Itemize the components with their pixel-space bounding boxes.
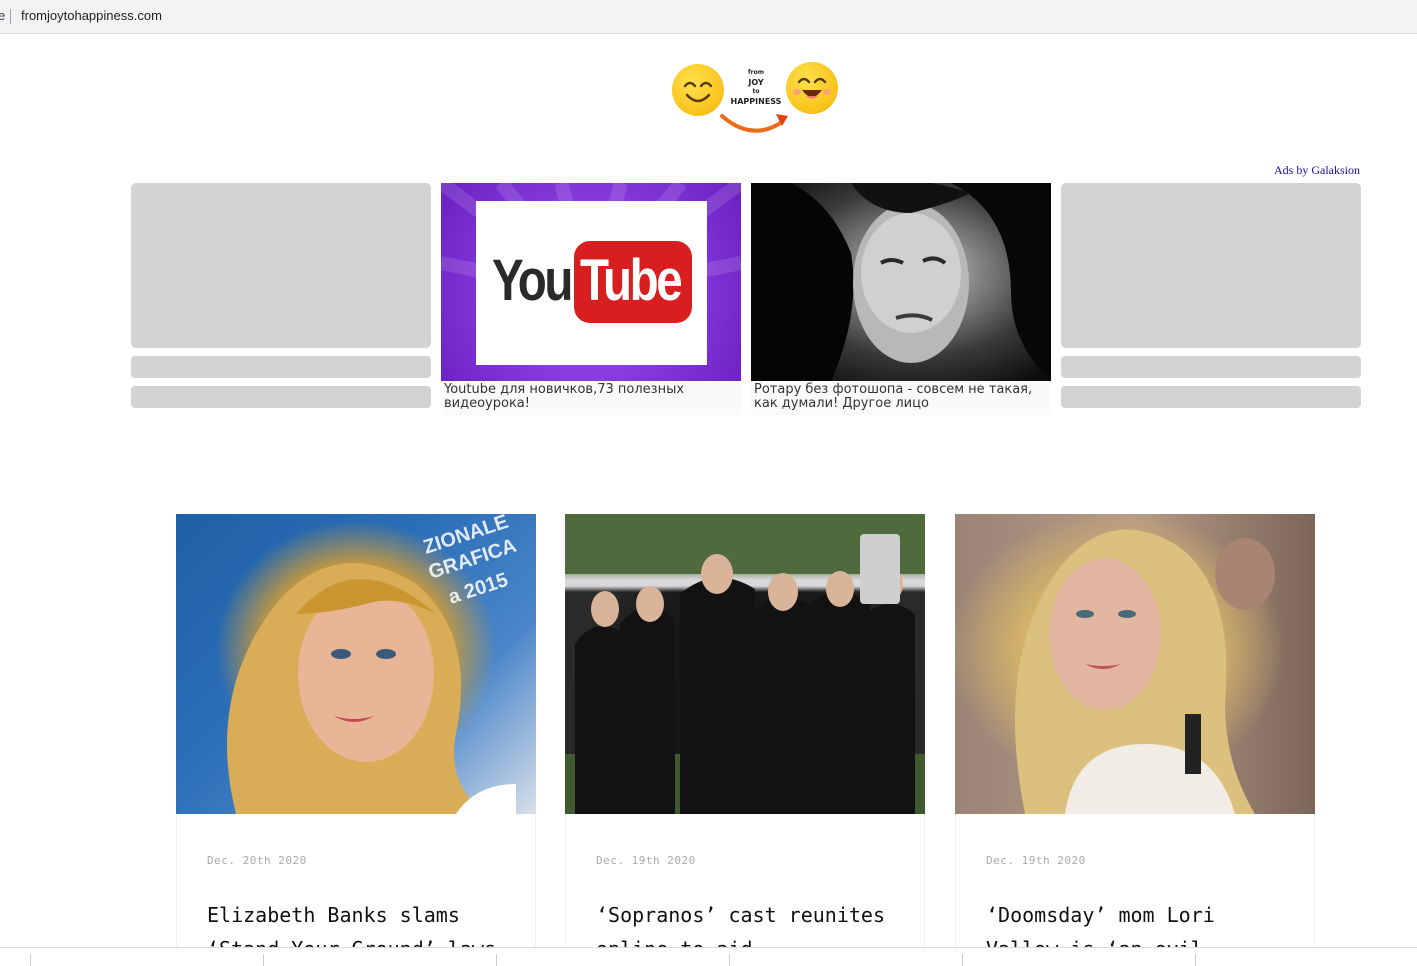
logo-text-happiness: HAPPINESS xyxy=(730,96,782,106)
ad-card-photo[interactable]: Ротару без фотошопа - совсем не такая, к… xyxy=(751,183,1051,415)
ad-image-placeholder xyxy=(131,183,431,348)
article-body: Dec. 20th 2020 Elizabeth Banks slams ‘St… xyxy=(176,814,536,961)
article-card[interactable]: ZIONALE GRAFICA a 2015 Dec. 20th 2020 El… xyxy=(176,514,536,961)
divider xyxy=(729,954,730,966)
divider xyxy=(1195,954,1196,966)
article-card[interactable]: Dec. 19th 2020 ‘Doomsday’ mom Lori Vallo… xyxy=(955,514,1315,961)
ads-by-galaksion-link[interactable]: Ads by Galaksion xyxy=(1274,163,1360,178)
smiley-face-icon xyxy=(672,64,724,116)
logo-text-joy: JOY xyxy=(748,77,764,87)
address-bar[interactable]: e fromjoytohappiness.com xyxy=(0,0,1417,34)
laughing-face-icon xyxy=(786,62,838,114)
article-image-elizabeth-banks[interactable]: ZIONALE GRAFICA a 2015 xyxy=(176,514,536,814)
divider xyxy=(496,954,497,966)
article-image-sopranos-cast[interactable] xyxy=(565,514,925,814)
portrait-illustration: ZIONALE GRAFICA a 2015 xyxy=(227,514,519,814)
article-body: Dec. 19th 2020 ‘Sopranos’ cast reunites … xyxy=(565,814,925,961)
article-date: Dec. 19th 2020 xyxy=(596,854,696,867)
youtube-logo-panel: You Tube xyxy=(476,201,707,365)
ad-text-placeholder xyxy=(131,386,431,408)
address-bar-edge-text: e xyxy=(0,8,6,23)
group-photo-illustration xyxy=(565,514,925,814)
url-text[interactable]: fromjoytohappiness.com xyxy=(21,8,162,23)
article-card[interactable]: Dec. 19th 2020 ‘Sopranos’ cast reunites … xyxy=(565,514,925,961)
bottom-status-bar xyxy=(0,947,1417,966)
ad-caption[interactable]: Ротару без фотошопа - совсем не такая, к… xyxy=(751,381,1051,415)
portrait-silhouette xyxy=(751,183,1051,381)
ad-text-placeholder xyxy=(131,356,431,378)
portrait-illustration xyxy=(1015,529,1275,814)
ad-card-placeholder[interactable] xyxy=(131,183,431,408)
article-date: Dec. 19th 2020 xyxy=(986,854,1086,867)
youtube-logo-text-you: You xyxy=(492,248,573,313)
divider xyxy=(962,954,963,966)
arrow-icon xyxy=(720,114,788,133)
ad-image-youtube[interactable]: You Tube xyxy=(441,183,741,381)
ad-text-placeholder xyxy=(1061,386,1361,408)
article-date: Dec. 20th 2020 xyxy=(207,854,307,867)
logo-text-to: to xyxy=(752,88,760,95)
address-bar-divider xyxy=(10,9,11,24)
logo-text-from: from xyxy=(748,69,764,76)
site-logo[interactable]: from JOY to HAPPINESS xyxy=(668,58,844,140)
ad-card-youtube[interactable]: You Tube Youtube для новичков,73 полезны… xyxy=(441,183,741,415)
article-image-lori-vallow[interactable] xyxy=(955,514,1315,814)
youtube-logo-text-tube: Tube xyxy=(580,248,683,313)
ad-text-placeholder xyxy=(1061,356,1361,378)
ad-image-placeholder xyxy=(1061,183,1361,348)
article-body: Dec. 19th 2020 ‘Doomsday’ mom Lori Vallo… xyxy=(955,814,1315,961)
ad-image-woman-portrait[interactable] xyxy=(751,183,1051,381)
divider xyxy=(263,954,264,966)
logo-wordmark: from JOY to HAPPINESS xyxy=(726,68,786,106)
divider xyxy=(30,954,31,966)
ad-caption[interactable]: Youtube для новичков,73 полезных видеоур… xyxy=(441,381,741,415)
ad-card-placeholder[interactable] xyxy=(1061,183,1361,408)
